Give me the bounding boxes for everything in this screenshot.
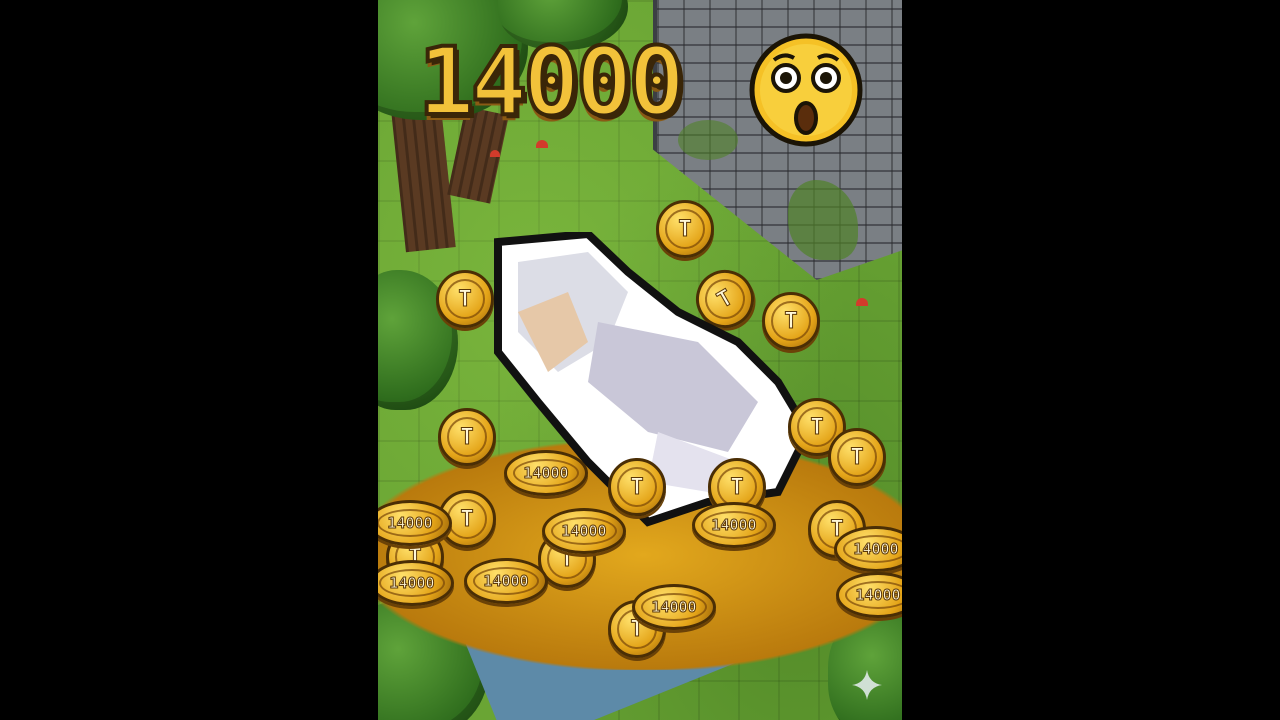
coin-symbol: T [458, 286, 472, 312]
coin: T [438, 408, 496, 466]
coin-symbol: T [730, 474, 744, 500]
coin-counter: 14000 [416, 28, 687, 137]
sparkle-icon [852, 670, 882, 700]
coin-value: 14000 [561, 522, 607, 541]
coin: 14000 [464, 558, 548, 604]
coin: 14000 [692, 502, 776, 548]
castle-moss [678, 120, 738, 160]
mushroom [536, 140, 548, 148]
astonished-face-icon [749, 33, 863, 147]
coin: T [608, 458, 666, 516]
coin: T [828, 428, 886, 486]
coin-value: 14000 [523, 464, 569, 483]
coin-value: 14000 [483, 572, 529, 591]
coin: 14000 [542, 508, 626, 554]
coin-symbol: T [630, 474, 644, 500]
coin: 14000 [632, 584, 716, 630]
coin-symbol: T [460, 424, 474, 450]
mushroom [490, 150, 500, 157]
coin-symbol: T [810, 414, 824, 440]
coin-symbol: T [460, 506, 474, 532]
coin-value: 14000 [389, 574, 435, 593]
game-scene: 14000 T T T T T T T T T T T T T T 14000 … [378, 0, 902, 720]
coin-value: 14000 [853, 540, 899, 559]
coin-value: 14000 [855, 586, 901, 605]
coin-value: 14000 [387, 514, 433, 533]
coin-value: 14000 [711, 516, 757, 535]
coin-value: 14000 [651, 598, 697, 617]
coin: 14000 [504, 450, 588, 496]
coin-symbol: T [850, 444, 864, 470]
